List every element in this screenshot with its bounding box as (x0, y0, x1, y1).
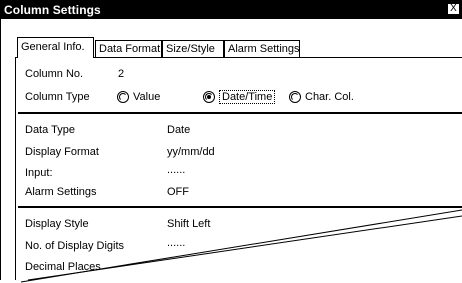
tab-general-info[interactable]: General Info. (17, 37, 94, 58)
tab-label: General Info. (21, 41, 85, 53)
